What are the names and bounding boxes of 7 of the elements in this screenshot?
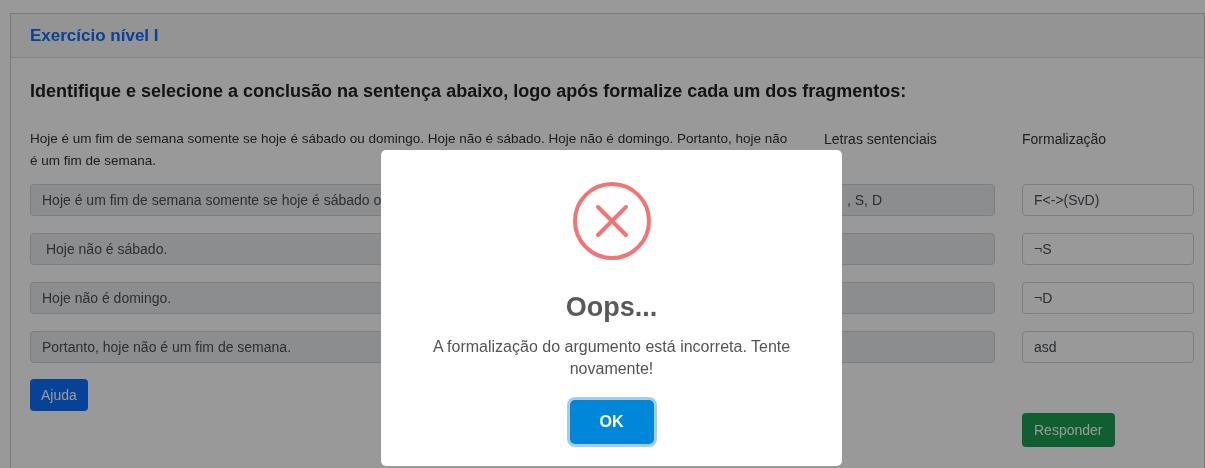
column-header: Formalização <box>1022 130 1108 149</box>
sentence-text: Hoje é um fim de semana somente se hoje é sábado ou domingo. Hoje não é sábado. Hoje não é domingo. Portanto, hoje não é um fim de semana. <box>30 130 789 170</box>
dialog-title: Oops... <box>565 291 658 324</box>
instruction-heading: Identifique e selecione a conclusão na sentença abaixo, logo após formalize cada um dos fragmentos: <box>30 80 908 103</box>
column-header: Letras sentenciais <box>823 130 938 149</box>
dialog-message: A formalização do argumento está incorreta. Tente novamente! <box>431 336 792 379</box>
card-title: Exercício nível I <box>30 24 159 47</box>
